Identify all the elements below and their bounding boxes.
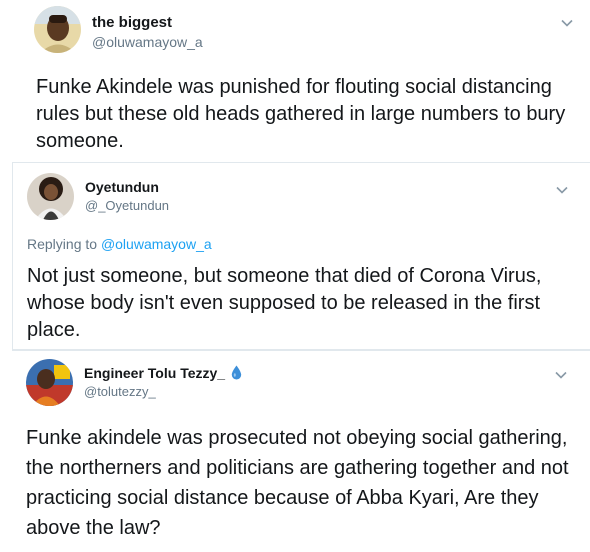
display-name[interactable]: the biggest	[92, 14, 172, 31]
tweet-text: Not just someone, but someone that died …	[27, 265, 542, 341]
tweet-text: Funke Akindele was punished for flouting…	[36, 76, 566, 152]
droplet-icon	[231, 365, 242, 383]
chevron-down-icon[interactable]	[561, 14, 573, 32]
display-name[interactable]: Oyetundun	[85, 179, 159, 195]
chevron-down-icon[interactable]	[556, 181, 568, 199]
user-handle[interactable]: @tolutezzy_	[84, 384, 156, 399]
avatar[interactable]	[27, 173, 74, 220]
tweet-3[interactable]: Engineer Tolu Tezzy_ @tolutezzy_ Funke a…	[12, 350, 590, 552]
chevron-down-icon[interactable]	[555, 366, 567, 384]
avatar[interactable]	[26, 359, 73, 406]
replying-to-label: Replying to	[27, 236, 101, 252]
replying-to-line: Replying to @oluwamayow_a	[27, 236, 212, 252]
display-name-text[interactable]: Engineer Tolu Tezzy_	[84, 365, 225, 381]
replying-to-link[interactable]: @oluwamayow_a	[101, 236, 212, 252]
tweet-text: Funke akindele was prosecuted not obeyin…	[26, 427, 569, 539]
tweet-2[interactable]: Oyetundun @_Oyetundun Replying to @oluwa…	[12, 162, 590, 350]
user-handle[interactable]: @oluwamayow_a	[92, 34, 203, 50]
avatar[interactable]	[34, 6, 81, 53]
tweet-1[interactable]: the biggest @oluwamayow_a Funke Akindele…	[0, 0, 590, 162]
user-handle[interactable]: @_Oyetundun	[85, 198, 169, 213]
display-name[interactable]: Engineer Tolu Tezzy_	[84, 365, 242, 383]
